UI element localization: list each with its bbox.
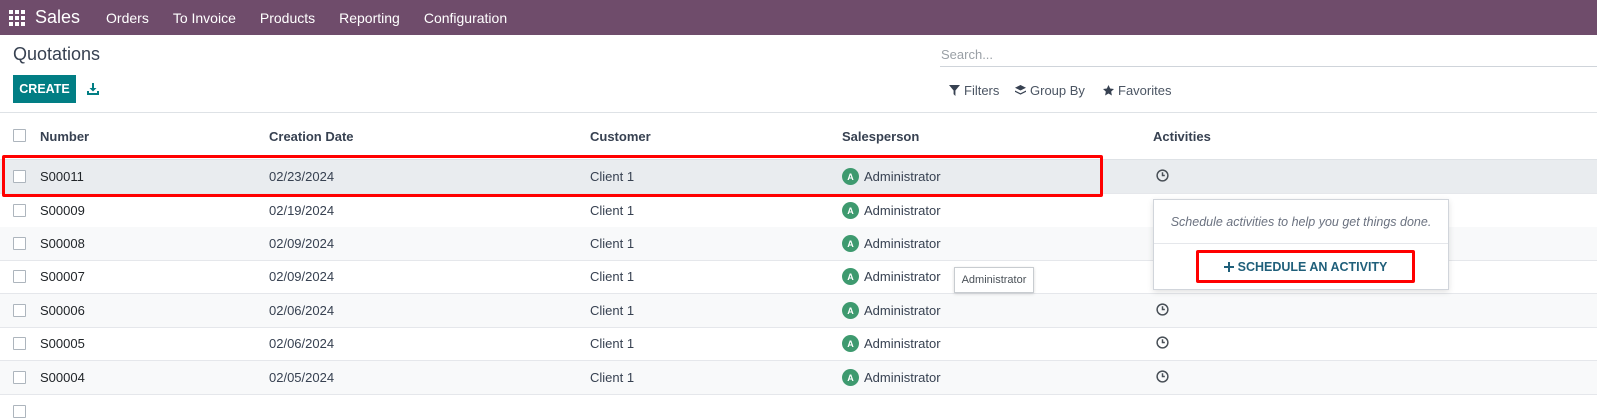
table-row[interactable]: S00005 02/06/2024 Client 1 A Administrat… <box>0 327 1597 361</box>
row-date: 02/19/2024 <box>269 203 335 218</box>
favorites-label: Favorites <box>1118 83 1172 98</box>
menu-products[interactable]: Products <box>248 10 327 26</box>
row-salesperson: Administrator <box>864 169 941 184</box>
row-salesperson: Administrator <box>864 336 941 351</box>
schedule-activity-label: SCHEDULE AN ACTIVITY <box>1237 259 1388 274</box>
header-number[interactable]: Number <box>40 129 89 144</box>
row-number: S00005 <box>40 336 85 351</box>
row-date: 02/05/2024 <box>269 370 335 385</box>
row-salesperson: Administrator <box>864 203 941 218</box>
group-by-button[interactable]: Group By <box>1015 83 1085 98</box>
row-number: S00008 <box>40 236 85 251</box>
row-number: S00007 <box>40 269 85 284</box>
row-number: S00011 <box>40 169 84 184</box>
header-customer[interactable]: Customer <box>590 129 651 144</box>
row-date: 02/09/2024 <box>269 236 335 251</box>
row-checkbox[interactable] <box>13 371 26 384</box>
filters-button[interactable]: Filters <box>949 83 999 98</box>
menu-reporting[interactable]: Reporting <box>327 10 412 26</box>
row-customer: Client 1 <box>590 336 635 351</box>
row-salesperson: Administrator <box>864 236 941 251</box>
clock-icon[interactable] <box>1156 370 1169 383</box>
layers-icon <box>1015 85 1026 95</box>
avatar: A <box>842 268 859 285</box>
filter-icon <box>949 85 960 96</box>
top-navbar: Sales Orders To Invoice Products Reporti… <box>0 0 1597 35</box>
menu-orders[interactable]: Orders <box>94 10 161 26</box>
menu-to-invoice[interactable]: To Invoice <box>161 10 248 26</box>
row-date: 02/09/2024 <box>269 269 335 284</box>
header-salesperson[interactable]: Salesperson <box>842 129 919 144</box>
star-icon <box>1103 85 1114 96</box>
row-number: S00006 <box>40 303 85 318</box>
select-all-checkbox[interactable] <box>13 129 26 142</box>
row-salesperson: Administrator <box>864 269 941 284</box>
clock-icon[interactable] <box>1156 336 1169 349</box>
clock-icon[interactable] <box>1156 303 1169 316</box>
row-checkbox[interactable] <box>13 237 26 250</box>
plus-icon <box>1223 261 1234 272</box>
search-input[interactable] <box>940 43 1597 67</box>
app-name[interactable]: Sales <box>35 7 80 28</box>
row-customer: Client 1 <box>590 203 635 218</box>
favorites-button[interactable]: Favorites <box>1103 83 1171 98</box>
table-row[interactable]: S00006 02/06/2024 Client 1 A Administrat… <box>0 294 1597 328</box>
row-date: 02/06/2024 <box>269 336 335 351</box>
download-icon[interactable] <box>86 82 100 96</box>
popover-message: Schedule activities to help you get thin… <box>1154 200 1448 244</box>
salesperson-tooltip: Administrator <box>954 267 1034 293</box>
row-salesperson: Administrator <box>864 303 941 318</box>
header-activities[interactable]: Activities <box>1153 129 1211 144</box>
avatar: A <box>842 168 859 185</box>
row-date: 02/06/2024 <box>269 303 335 318</box>
row-number: S00004 <box>40 370 85 385</box>
row-customer: Client 1 <box>590 236 635 251</box>
table-row[interactable]: S00004 02/05/2024 Client 1 A Administrat… <box>0 361 1597 395</box>
header-creation-date[interactable]: Creation Date <box>269 129 354 144</box>
filters-label: Filters <box>964 83 1000 98</box>
row-customer: Client 1 <box>590 269 635 284</box>
row-salesperson: Administrator <box>864 370 941 385</box>
row-date: 02/23/2024 <box>269 169 335 184</box>
menu-configuration[interactable]: Configuration <box>412 10 519 26</box>
page-title: Quotations <box>13 44 101 64</box>
avatar: A <box>842 202 859 219</box>
avatar: A <box>842 302 859 319</box>
avatar: A <box>842 235 859 252</box>
row-checkbox[interactable] <box>13 170 26 183</box>
row-checkbox[interactable] <box>13 405 26 418</box>
row-checkbox[interactable] <box>13 270 26 283</box>
row-customer: Client 1 <box>590 303 635 318</box>
row-checkbox[interactable] <box>13 337 26 350</box>
apps-menu-icon[interactable] <box>9 9 25 26</box>
schedule-activity-button[interactable]: SCHEDULE AN ACTIVITY <box>1196 250 1415 283</box>
row-customer: Client 1 <box>590 370 635 385</box>
activity-popover: Schedule activities to help you get thin… <box>1153 199 1449 290</box>
group-by-label: Group By <box>1030 83 1085 98</box>
avatar: A <box>842 335 859 352</box>
create-button[interactable]: CREATE <box>13 75 76 103</box>
table-row[interactable]: S00011 02/23/2024 Client 1 A Administrat… <box>0 160 1597 194</box>
row-checkbox[interactable] <box>13 204 26 217</box>
clock-icon[interactable] <box>1156 169 1169 182</box>
table-row[interactable] <box>0 395 1597 418</box>
row-number: S00009 <box>40 203 85 218</box>
table-header: Number Creation Date Customer Salesperso… <box>0 113 1597 160</box>
row-checkbox[interactable] <box>13 304 26 317</box>
avatar: A <box>842 369 859 386</box>
row-customer: Client 1 <box>590 169 635 184</box>
